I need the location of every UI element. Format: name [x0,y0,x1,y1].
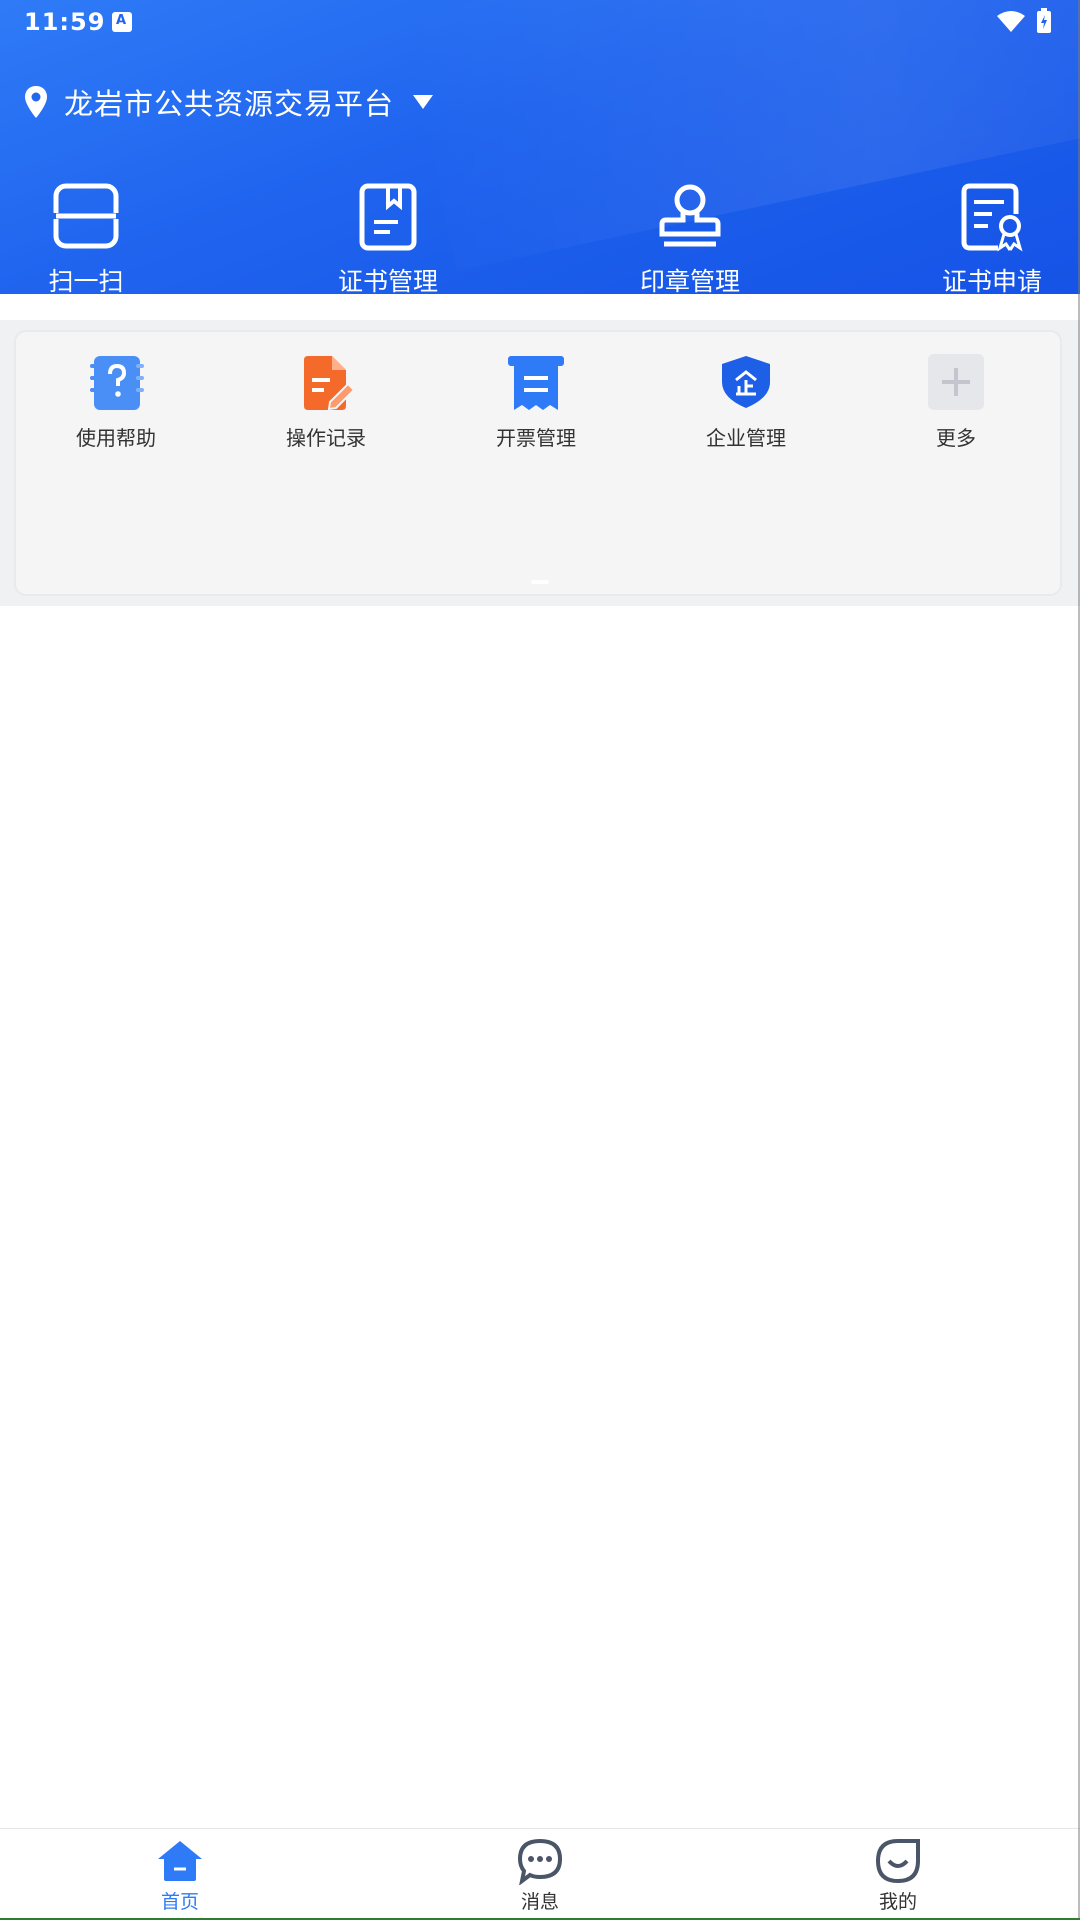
top-actions: 扫一扫 证书管理 印章管理 证书申请 [0,180,1080,294]
tab-messages[interactable]: 消息 [440,1829,640,1920]
operation-record-button[interactable]: 操作记录 [226,352,426,462]
main-content [0,606,1080,1828]
stamp-manage-label: 印章管理 [639,267,740,294]
tab-profile-label: 我的 [878,1891,917,1913]
profile-icon [875,1839,920,1884]
certificate-book-icon [359,183,417,251]
invoice-icon [508,356,564,410]
plus-icon [928,354,984,410]
bottom-tab-bar: 首页 消息 我的 [0,1828,1080,1920]
operation-record-label: 操作记录 [286,426,366,450]
caret-down-icon [413,95,434,109]
help-button[interactable]: 使用帮助 [16,352,216,462]
certificate-manage-button[interactable]: 证书管理 [318,180,458,294]
stamp-manage-button[interactable]: 印章管理 [620,180,760,294]
certificate-apply-button[interactable]: 证书申请 [922,180,1062,294]
enterprise-shield-icon [722,356,770,408]
certificate-manage-label: 证书管理 [337,267,438,294]
scan-button[interactable]: 扫一扫 [16,180,156,294]
tab-home-label: 首页 [160,1891,199,1913]
app-notification-icon [112,12,132,32]
stamp-icon [659,184,721,247]
help-label: 使用帮助 [76,426,156,450]
function-grid-section: 使用帮助 操作记录 开票管理 企业管理 更多 [0,320,1080,606]
enterprise-manage-button[interactable]: 企业管理 [646,352,846,462]
help-notebook-icon [90,356,144,410]
page-indicator [531,580,549,584]
certificate-apply-icon [961,183,1023,252]
header-gap [0,294,1080,320]
status-time: 11:59 [24,8,106,36]
tab-home[interactable]: 首页 [80,1829,280,1920]
battery-icon [1037,8,1051,33]
record-edit-icon [304,356,356,411]
invoice-manage-label: 开票管理 [496,426,576,450]
invoice-manage-button[interactable]: 开票管理 [436,352,636,462]
scan-icon [52,183,120,249]
scan-label: 扫一扫 [48,267,124,294]
home-icon [158,1841,202,1881]
status-bar: 11:59 [0,0,1080,44]
header: 11:59 龙岩市公共资源交易平台 扫一扫 [0,0,1080,294]
location-name: 龙岩市公共资源交易平台 [64,87,395,121]
tab-messages-label: 消息 [520,1891,559,1913]
enterprise-manage-label: 企业管理 [706,426,786,450]
wifi-icon [997,11,1025,32]
location-selector[interactable]: 龙岩市公共资源交易平台 [24,82,434,122]
more-label: 更多 [936,426,976,450]
more-button[interactable]: 更多 [856,352,1056,462]
function-grid: 使用帮助 操作记录 开票管理 企业管理 更多 [14,330,1062,596]
message-icon [517,1838,563,1885]
tab-profile[interactable]: 我的 [798,1829,998,1920]
certificate-apply-label: 证书申请 [941,267,1042,294]
location-pin-icon [25,86,47,118]
